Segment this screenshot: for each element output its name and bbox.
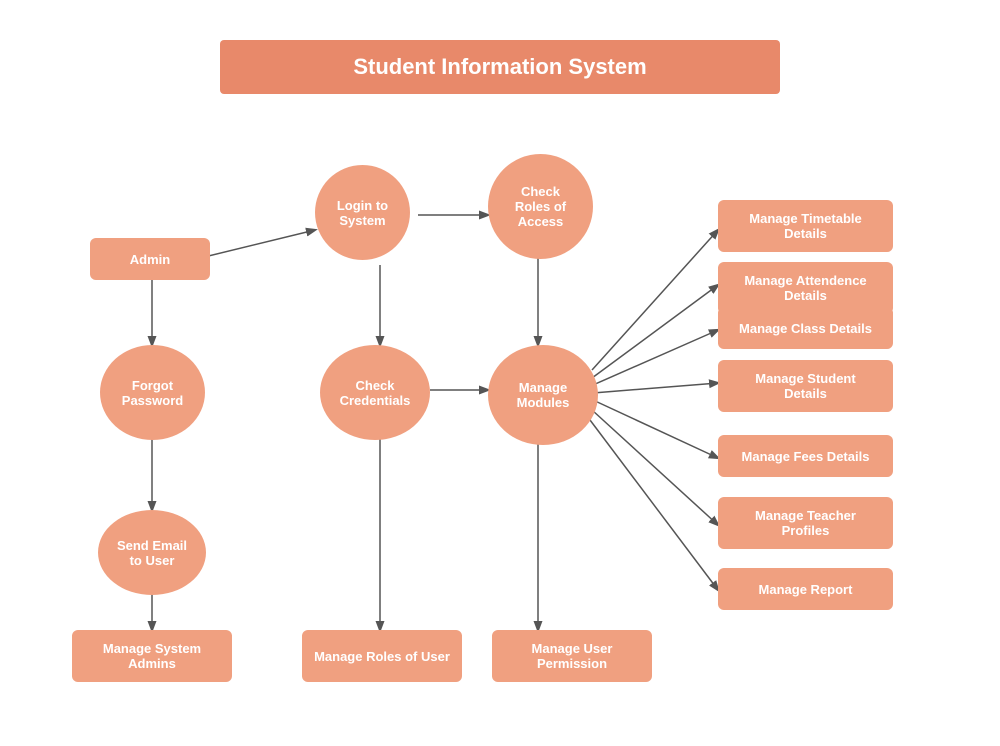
report-box: Manage Report [718,568,893,610]
teacher-box: Manage TeacherProfiles [718,497,893,549]
fees-box: Manage Fees Details [718,435,893,477]
forgot-password-circle: ForgotPassword [100,345,205,440]
manage-user-perm-box: Manage UserPermission [492,630,652,682]
manage-sys-admins-box: Manage SystemAdmins [72,630,232,682]
login-circle: Login toSystem [315,165,410,260]
admin-box: Admin [90,238,210,280]
send-email-circle: Send Emailto User [98,510,206,595]
diagram: Student Information System [0,0,1000,746]
title: Student Information System [220,40,780,94]
class-box: Manage Class Details [718,307,893,349]
manage-roles-box: Manage Roles of User [302,630,462,682]
manage-modules-circle: ManageModules [488,345,598,445]
check-roles-circle: CheckRoles ofAccess [488,154,593,259]
check-creds-circle: CheckCredentials [320,345,430,440]
timetable-box: Manage TimetableDetails [718,200,893,252]
student-box: Manage StudentDetails [718,360,893,412]
